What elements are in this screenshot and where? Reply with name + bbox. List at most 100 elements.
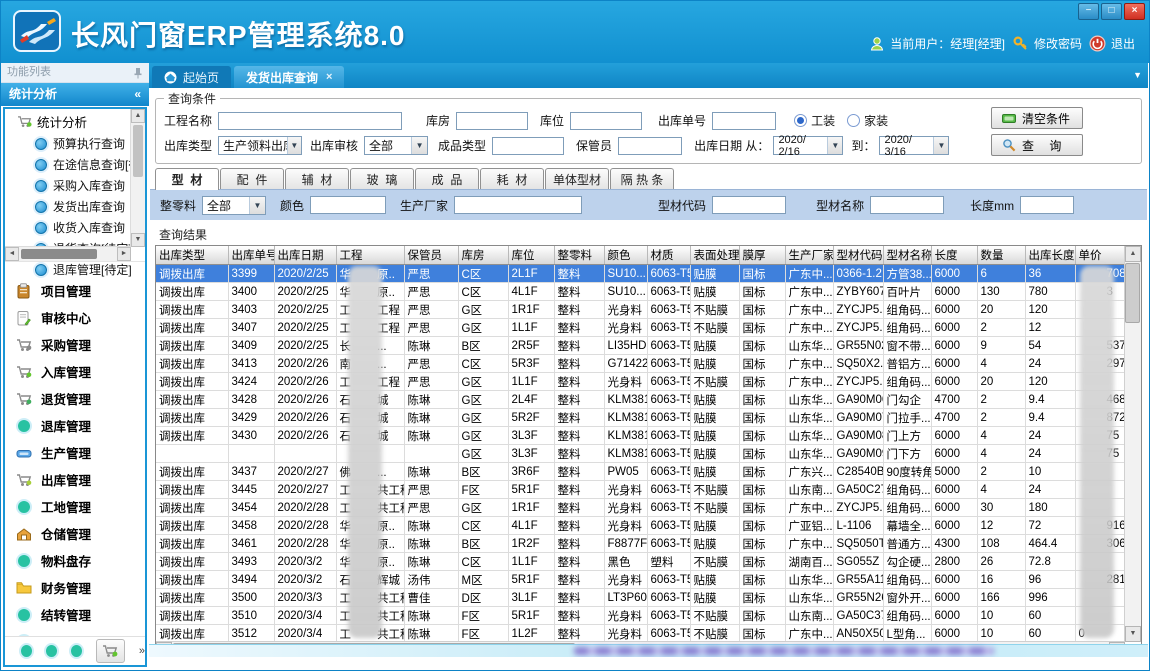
column-header[interactable]: 库房 bbox=[458, 246, 508, 265]
column-header[interactable]: 单价 bbox=[1075, 246, 1124, 265]
table-row[interactable]: 调拨出库34002020/2/25华原..严思C区4L1F整料SU10...60… bbox=[156, 283, 1125, 301]
table-row[interactable]: 调拨出库34942020/3/2石辉城汤伟M区5R1F整料光身料6063-T5贴… bbox=[156, 571, 1125, 589]
tab-home[interactable]: 起始页 bbox=[152, 66, 231, 88]
radio-gongzhuang[interactable]: 工装 bbox=[794, 112, 835, 129]
column-header[interactable]: 生产厂家 bbox=[785, 246, 833, 265]
material-tab[interactable]: 隔 热 条 bbox=[610, 168, 674, 189]
grid-vertical-scrollbar[interactable]: ▲ ▼ bbox=[1124, 246, 1141, 642]
sidebar-item-物料盘存[interactable]: 物料盘存 bbox=[5, 547, 145, 574]
date-from-select[interactable]: 2020/ 2/16▼ bbox=[773, 136, 843, 155]
table-row[interactable]: 调拨出库34092020/2/25长...陈琳B区2R5F整料LI35HD606… bbox=[156, 337, 1125, 355]
radio-jiazhuang[interactable]: 家装 bbox=[847, 112, 888, 129]
cart-button[interactable] bbox=[96, 639, 125, 663]
product-type-input[interactable] bbox=[492, 137, 564, 155]
material-tab[interactable]: 成 品 bbox=[415, 168, 479, 189]
sidebar-item-财务管理[interactable]: 财务管理 bbox=[5, 574, 145, 601]
column-header[interactable]: 型材名称 bbox=[883, 246, 931, 265]
table-row[interactable]: 调拨出库34032020/2/25工工程严思G区1R1F整料光身料6063-T5… bbox=[156, 301, 1125, 319]
clear-conditions-button[interactable]: 清空条件 bbox=[991, 107, 1083, 129]
maker-input[interactable] bbox=[454, 196, 582, 214]
keeper-input[interactable] bbox=[618, 137, 682, 155]
maximize-button[interactable]: □ bbox=[1101, 3, 1122, 20]
material-tab[interactable]: 单体型材 bbox=[545, 168, 609, 189]
column-header[interactable]: 出库长度 bbox=[1025, 246, 1075, 265]
table-row[interactable]: 调拨出库34132020/2/26南...严思C区5R3F整料G71422606… bbox=[156, 355, 1125, 373]
order-no-input[interactable] bbox=[712, 112, 776, 130]
table-row[interactable]: 调拨出库34372020/2/27佛...陈琳B区3R6F整料PW056063-… bbox=[156, 463, 1125, 481]
column-header[interactable]: 膜厚 bbox=[739, 246, 785, 265]
length-input[interactable] bbox=[1020, 196, 1074, 214]
column-header[interactable]: 数量 bbox=[977, 246, 1025, 265]
tree-root[interactable]: 统计分析 bbox=[5, 109, 145, 133]
column-header[interactable]: 颜色 bbox=[604, 246, 647, 265]
circle-icon[interactable] bbox=[46, 645, 57, 657]
tree-item[interactable]: 预算执行查询 bbox=[5, 133, 145, 154]
column-header[interactable]: 出库类型 bbox=[156, 246, 228, 265]
tree-item[interactable]: 收货入库查询 bbox=[5, 217, 145, 238]
sidebar-item-生产管理[interactable]: 生产管理 bbox=[5, 439, 145, 466]
material-tab[interactable]: 型 材 bbox=[155, 168, 219, 190]
table-row[interactable]: 调拨出库34582020/2/28华原..陈琳C区4L1F整料光身料6063-T… bbox=[156, 517, 1125, 535]
whole-select[interactable]: 全部▼ bbox=[202, 196, 266, 215]
overflow-chevron[interactable]: » bbox=[139, 645, 145, 657]
table-row[interactable]: 调拨出库34542020/2/28工共工程严思G区1R1F整料光身料6063-T… bbox=[156, 499, 1125, 517]
material-tab[interactable]: 配 件 bbox=[220, 168, 284, 189]
column-header[interactable]: 工程 bbox=[336, 246, 404, 265]
column-header[interactable]: 长度 bbox=[931, 246, 977, 265]
table-row[interactable]: 调拨出库35122020/3/4工共工程陈琳F区1L2F整料光身料6063-T5… bbox=[156, 625, 1125, 643]
sidebar-item-项目管理[interactable]: 项目管理 bbox=[5, 277, 145, 304]
circle-icon[interactable] bbox=[71, 645, 82, 657]
column-header[interactable]: 出库日期 bbox=[274, 246, 336, 265]
table-row[interactable]: G区3L3F整料KLM38176063-T5贴膜国标山东华...GA90M09.… bbox=[156, 445, 1125, 463]
table-row[interactable]: 调拨出库34072020/2/25工工程严思G区1L1F整料光身料6063-T5… bbox=[156, 319, 1125, 337]
column-header[interactable]: 表面处理 bbox=[690, 246, 739, 265]
column-header[interactable]: 出库单号 bbox=[228, 246, 274, 265]
sidebar-item-退货管理[interactable]: 退货管理 bbox=[5, 385, 145, 412]
column-header[interactable]: 保管员 bbox=[404, 246, 458, 265]
sidebar-item-出库管理[interactable]: 出库管理 bbox=[5, 466, 145, 493]
table-row[interactable]: 调拨出库34292020/2/26石城陈琳G区5R2F整料KLM38176063… bbox=[156, 409, 1125, 427]
column-header[interactable]: 材质 bbox=[647, 246, 690, 265]
column-header[interactable]: 型材代码 bbox=[833, 246, 883, 265]
column-header[interactable]: 整零料 bbox=[554, 246, 604, 265]
table-row[interactable]: 调拨出库33992020/2/25华原..严思C区2L1F整料SU10...60… bbox=[156, 265, 1125, 283]
tab-shipment-query[interactable]: 发货出库查询 × bbox=[234, 66, 344, 88]
collapse-icon[interactable]: « bbox=[134, 83, 141, 106]
material-tab[interactable]: 耗 材 bbox=[480, 168, 544, 189]
tree-item[interactable]: 发货出库查询 bbox=[5, 196, 145, 217]
table-row[interactable]: 调拨出库34302020/2/26石城陈琳G区3L3F整料KLM38176063… bbox=[156, 427, 1125, 445]
close-button[interactable]: × bbox=[1124, 3, 1145, 20]
table-row[interactable]: 调拨出库35102020/3/4工共工程陈琳F区5R1F整料光身料6063-T5… bbox=[156, 607, 1125, 625]
tree-horizontal-scrollbar[interactable]: ◄ ► bbox=[5, 246, 131, 261]
sidebar-item-退库管理[interactable]: 退库管理 bbox=[5, 412, 145, 439]
tree-vertical-scrollbar[interactable]: ▲ ▼ bbox=[130, 109, 145, 247]
table-row[interactable]: 调拨出库34282020/2/26石城陈琳G区2L4F整料KLM38176063… bbox=[156, 391, 1125, 409]
column-header[interactable]: 库位 bbox=[508, 246, 554, 265]
sidebar-item-入库管理[interactable]: 入库管理 bbox=[5, 358, 145, 385]
name-input[interactable] bbox=[870, 196, 944, 214]
project-name-input[interactable] bbox=[218, 112, 402, 130]
color-input[interactable] bbox=[310, 196, 386, 214]
search-button[interactable]: 查 询 bbox=[991, 134, 1083, 156]
table-row[interactable]: 调拨出库34242020/2/26工工程严思G区1L1F整料光身料6063-T5… bbox=[156, 373, 1125, 391]
circle-icon[interactable] bbox=[21, 645, 32, 657]
location-input[interactable] bbox=[570, 112, 642, 130]
material-tab[interactable]: 玻 璃 bbox=[350, 168, 414, 189]
tree-item[interactable]: 采购入库查询 bbox=[5, 175, 145, 196]
code-input[interactable] bbox=[712, 196, 786, 214]
material-tab[interactable]: 辅 材 bbox=[285, 168, 349, 189]
table-row[interactable]: 调拨出库34932020/3/2华原..陈琳C区1L1F整料黑色塑料不贴膜国标湖… bbox=[156, 553, 1125, 571]
sidebar-item-结转管理[interactable]: 结转管理 bbox=[5, 601, 145, 628]
tab-list-dropdown-icon[interactable]: ▼ bbox=[1133, 70, 1142, 80]
audit-select[interactable]: 全部▼ bbox=[364, 136, 428, 155]
pin-icon[interactable] bbox=[133, 67, 143, 79]
tree-item[interactable]: 在途信息查询[待 bbox=[5, 154, 145, 175]
out-type-select[interactable]: 生产领料出库▼ bbox=[218, 136, 302, 155]
sidebar-item-采购管理[interactable]: 采购管理 bbox=[5, 331, 145, 358]
date-to-select[interactable]: 2020/ 3/16▼ bbox=[879, 136, 949, 155]
sidebar-item-审核中心[interactable]: 审核中心 bbox=[5, 304, 145, 331]
minimize-button[interactable]: − bbox=[1078, 3, 1099, 20]
section-header[interactable]: 统计分析 « bbox=[1, 83, 149, 106]
tab-close-icon[interactable]: × bbox=[326, 71, 332, 83]
room-input[interactable] bbox=[456, 112, 528, 130]
